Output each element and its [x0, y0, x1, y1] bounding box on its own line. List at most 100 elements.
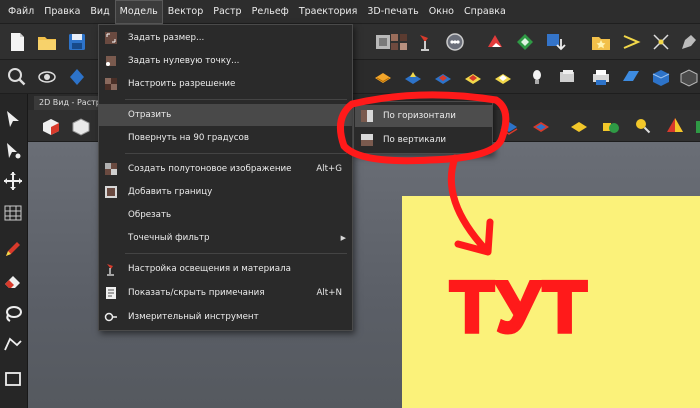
- white-cube-icon[interactable]: [70, 115, 92, 137]
- menu-shortcut: Alt+G: [316, 164, 342, 174]
- nodes-tool-icon[interactable]: [650, 31, 672, 53]
- menu-file[interactable]: Файл: [3, 0, 39, 24]
- measure-icon: [104, 312, 117, 322]
- notes-icon: [106, 287, 116, 299]
- menu-item-lighting[interactable]: Настройка освещения и материала: [99, 258, 352, 280]
- transform-icon[interactable]: [2, 170, 24, 192]
- menu-item-mirror-horizontal[interactable]: По горизонтали: [355, 105, 492, 127]
- menu-item-rotate-90[interactable]: Повернуть на 90 градусов: [99, 127, 352, 149]
- chevron-tool-icon[interactable]: [620, 31, 642, 53]
- menu-item-add-border[interactable]: Добавить границу: [99, 181, 352, 203]
- menu-raster[interactable]: Растр: [208, 0, 246, 24]
- menu-label: Измерительный инструмент: [128, 312, 259, 322]
- menu-item-crop[interactable]: Обрезать: [99, 204, 352, 226]
- menu-item-mirror[interactable]: Отразить ▶: [99, 104, 352, 126]
- submenu-arrow-icon: ▶: [340, 111, 346, 119]
- relief-blue-icon[interactable]: [402, 66, 424, 88]
- pyramid-icon[interactable]: [664, 115, 686, 137]
- save-icon[interactable]: [66, 31, 88, 53]
- star-folder-icon[interactable]: [590, 31, 612, 53]
- tab-2d-view[interactable]: 2D Вид - Растр: [34, 96, 106, 110]
- menu-label: Точечный фильтр: [128, 233, 210, 243]
- layer-blue-icon[interactable]: [498, 115, 520, 137]
- import-vector-icon[interactable]: [544, 31, 566, 53]
- mirror-submenu: По горизонтали По вертикали: [353, 101, 493, 154]
- menu-toolpath[interactable]: Траектория: [294, 0, 363, 24]
- submenu-arrow-icon: ▶: [340, 234, 346, 242]
- select-arrow-icon[interactable]: [2, 108, 24, 130]
- orbit-icon[interactable]: [36, 66, 58, 88]
- shape-diamond-icon[interactable]: [514, 31, 536, 53]
- layer-yellow-icon[interactable]: [568, 115, 590, 137]
- node-edit-icon[interactable]: [2, 140, 24, 162]
- relief-yellow-icon[interactable]: [462, 66, 484, 88]
- menu-shortcut: Alt+N: [316, 288, 342, 298]
- warp-grid-icon[interactable]: [2, 202, 24, 224]
- menu-label: По вертикали: [383, 135, 447, 145]
- rectangle-icon[interactable]: [2, 368, 24, 390]
- border-icon: [105, 186, 117, 198]
- zoom-icon[interactable]: [6, 66, 28, 88]
- layers-icon[interactable]: [556, 66, 578, 88]
- polyline-icon[interactable]: [2, 334, 24, 356]
- menu-label: Показать/скрыть примечания: [128, 288, 265, 298]
- menu-window[interactable]: Окно: [424, 0, 459, 24]
- open-folder-icon[interactable]: [36, 31, 58, 53]
- origin-point-icon: [106, 56, 116, 66]
- menu-icon-spacer: [104, 131, 118, 145]
- lamp-tool-icon[interactable]: [414, 31, 436, 53]
- resolution-icon: [105, 78, 117, 90]
- layer-red-icon[interactable]: [530, 115, 552, 137]
- resize-icon: [105, 32, 117, 44]
- pencil-icon[interactable]: [2, 238, 24, 260]
- menu-label: Создать полутоновое изображение: [128, 164, 292, 174]
- menu-item-resolution[interactable]: Настроить разрешение: [99, 73, 352, 95]
- menu-item-grayscale[interactable]: Создать полутоновое изображение Alt+G: [99, 158, 352, 180]
- menu-icon-spacer: [104, 108, 118, 122]
- relief-outline-icon[interactable]: [492, 66, 514, 88]
- menu-item-mirror-vertical[interactable]: По вертикали: [355, 129, 492, 151]
- pen-tool-icon[interactable]: [678, 31, 700, 53]
- menu-3d-print[interactable]: 3D-печать: [362, 0, 423, 24]
- menu-relief[interactable]: Рельеф: [247, 0, 294, 24]
- light-bulb-icon[interactable]: [526, 66, 548, 88]
- box-icon[interactable]: [650, 66, 672, 88]
- menu-bar: Файл Правка Вид Модель Вектор Растр Рель…: [0, 0, 700, 24]
- bricks-icon[interactable]: [372, 66, 394, 88]
- menu-help[interactable]: Справка: [459, 0, 511, 24]
- blue-sheet-icon[interactable]: [620, 66, 642, 88]
- lasso-icon[interactable]: [2, 302, 24, 324]
- point-filter-icon[interactable]: [444, 31, 466, 53]
- menu-label: По горизонтали: [383, 111, 456, 121]
- bin-icon[interactable]: [692, 115, 700, 137]
- relief-red-icon[interactable]: [432, 66, 454, 88]
- menu-edit[interactable]: Правка: [39, 0, 85, 24]
- menu-label: Добавить границу: [128, 187, 213, 197]
- find-icon[interactable]: [632, 115, 654, 137]
- menu-separator: [125, 99, 347, 100]
- blue-diamond-icon[interactable]: [66, 66, 88, 88]
- menu-view[interactable]: Вид: [85, 0, 114, 24]
- grayscale-icon: [105, 163, 117, 175]
- menu-item-point-filter[interactable]: Точечный фильтр ▶: [99, 227, 352, 249]
- menu-item-toggle-notes[interactable]: Показать/скрыть примечания Alt+N: [99, 282, 352, 304]
- menu-item-set-origin[interactable]: Задать нулевую точку...: [99, 50, 352, 72]
- menu-model[interactable]: Модель: [114, 0, 163, 24]
- menu-item-set-size[interactable]: Задать размер...: [99, 27, 352, 49]
- vector-node-icon[interactable]: [484, 31, 506, 53]
- menu-vector[interactable]: Вектор: [163, 0, 208, 24]
- red-cube-icon[interactable]: [40, 115, 62, 137]
- menu-icon-spacer: [104, 231, 118, 245]
- menu-label: Настройка освещения и материала: [128, 264, 291, 274]
- menu-item-measure[interactable]: Измерительный инструмент: [99, 306, 352, 328]
- raster-sheet: [402, 196, 700, 408]
- green-shape-icon[interactable]: [600, 115, 622, 137]
- cube-icon[interactable]: [678, 66, 700, 88]
- left-tool-panel: [0, 94, 28, 408]
- menu-label: Задать нулевую точку...: [128, 56, 240, 66]
- eraser-icon[interactable]: [2, 270, 24, 292]
- menu-icon-spacer: [104, 208, 118, 222]
- new-file-icon[interactable]: [6, 31, 28, 53]
- grayscale-tool-icon[interactable]: [388, 31, 410, 53]
- printer-icon[interactable]: [590, 66, 612, 88]
